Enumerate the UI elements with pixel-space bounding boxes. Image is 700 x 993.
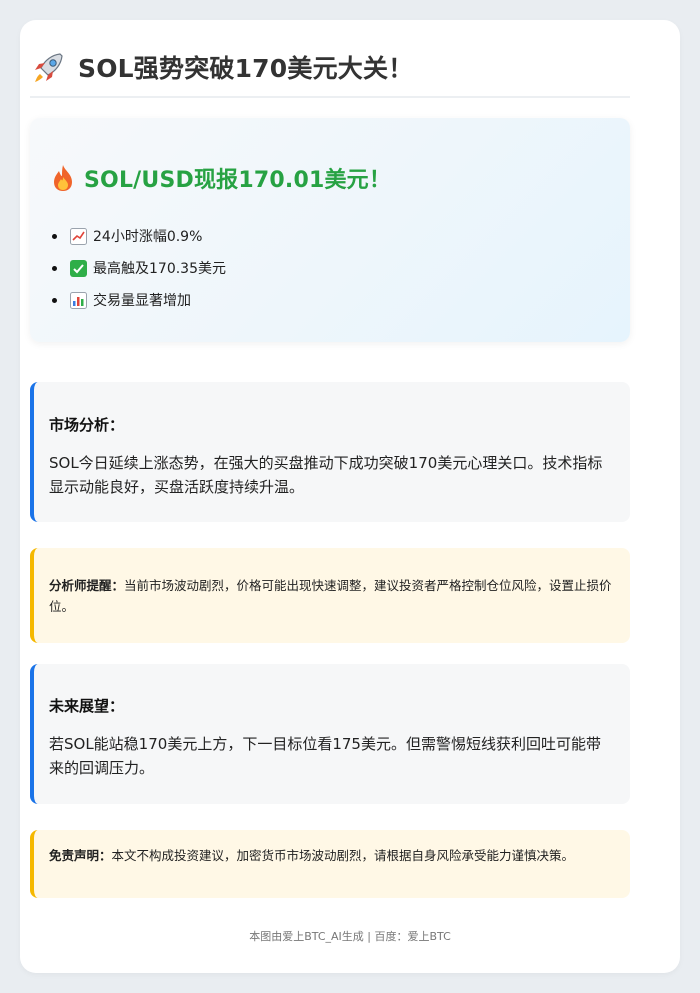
- list-item: 交易量显著增加: [52, 284, 226, 316]
- market-analysis-section: 市场分析： SOL今日延续上涨态势，在强大的买盘推动下成功突破170美元心理关口…: [30, 382, 630, 522]
- outlook-heading: 未来展望：: [49, 697, 125, 715]
- stat-change-text: 24小时涨幅0.9%: [93, 229, 203, 245]
- bullet: [52, 265, 57, 271]
- price-stats-list: 24小时涨幅0.9% 最高触及170.35美元 交易量显著增加: [52, 220, 226, 316]
- list-item: 最高触及170.35美元: [52, 252, 226, 284]
- rocket-icon: [35, 53, 63, 82]
- market-analysis-heading: 市场分析：: [49, 416, 125, 434]
- chart-increasing-icon: [70, 227, 87, 245]
- analyst-alert-label: 分析师提醒：: [49, 578, 125, 593]
- disclaimer-label: 免责声明：: [49, 848, 112, 863]
- page-title: SOL强势突破170美元大关！: [78, 54, 414, 83]
- outlook-body: 若SOL能站稳170美元上方，下一目标位看175美元。但需警惕短线获利回吐可能带…: [49, 735, 601, 777]
- footer-credit: 本图由爱上BTC_AI生成 | 百度：爱上BTC: [249, 930, 451, 943]
- page-header: SOL强势突破170美元大关！: [30, 52, 630, 98]
- market-analysis-body: SOL今日延续上涨态势，在强大的买盘推动下成功突破170美元心理关口。技术指标显…: [49, 454, 603, 496]
- outlook-section: 未来展望： 若SOL能站稳170美元上方，下一目标位看175美元。但需警惕短线获…: [30, 664, 630, 804]
- bullet: [52, 297, 57, 303]
- stat-volume-text: 交易量显著增加: [93, 293, 191, 309]
- disclaimer-text: 免责声明：本文不构成投资建议，加密货币市场波动剧烈，请根据自身风险承受能力谨慎决…: [49, 845, 614, 866]
- price-heading: SOL/USD现报170.01美元！: [50, 162, 391, 194]
- bullet: [52, 233, 57, 239]
- analyst-alert-section: 分析师提醒：当前市场波动剧烈，价格可能出现快速调整，建议投资者严格控制仓位风险，…: [30, 548, 630, 643]
- price-title: SOL/USD现报170.01美元！: [84, 168, 392, 193]
- list-item: 24小时涨幅0.9%: [52, 220, 226, 252]
- check-mark-icon: [70, 259, 87, 277]
- price-highlight-box: SOL/USD现报170.01美元！ 24小时涨幅0.9% 最高触及170.35…: [30, 118, 630, 342]
- disclaimer-content: 本文不构成投资建议，加密货币市场波动剧烈，请根据自身风险承受能力谨慎决策。: [111, 848, 575, 863]
- bar-chart-icon: [70, 291, 87, 309]
- disclaimer-section: 免责声明：本文不构成投资建议，加密货币市场波动剧烈，请根据自身风险承受能力谨慎决…: [30, 830, 630, 898]
- stat-high-text: 最高触及170.35美元: [93, 261, 226, 277]
- analyst-alert-text: 分析师提醒：当前市场波动剧烈，价格可能出现快速调整，建议投资者严格控制仓位风险，…: [49, 575, 614, 617]
- fire-icon: [54, 165, 72, 191]
- analyst-alert-content: 当前市场波动剧烈，价格可能出现快速调整，建议投资者严格控制仓位风险，设置止损价位…: [49, 578, 612, 614]
